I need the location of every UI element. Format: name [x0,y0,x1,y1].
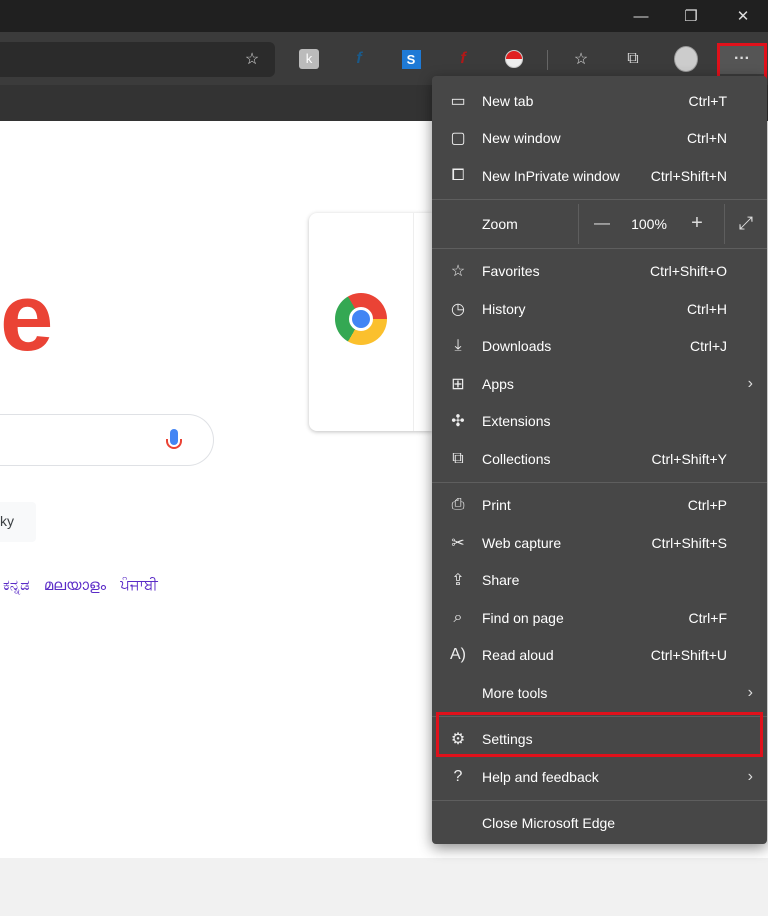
settings-highlight [436,712,763,757]
search-input[interactable] [0,414,214,466]
menu-label: Find on page [482,609,564,626]
menu-label: Downloads [482,338,552,355]
menu-item-collections[interactable]: ⧉ Collections Ctrl+Shift+Y [432,440,767,478]
find-icon: ⌕ [453,608,463,626]
zoom-label: Zoom [482,215,518,232]
shortcut: Ctrl+Shift+U [650,647,727,664]
help-icon: ? [453,767,463,785]
profile-avatar[interactable] [674,46,698,72]
extensions-icon: ✣ [451,413,465,431]
menu-item-apps[interactable]: ⊞ Apps › [432,365,767,403]
shortcut: Ctrl+Shift+S [651,534,727,551]
extension-f-red-icon[interactable]: f [451,47,475,71]
chrome-icon [335,293,387,345]
chevron-right-icon: › [747,374,753,392]
new-tab-icon: ▭ [450,92,466,110]
shortcut: Ctrl+Shift+N [650,167,727,184]
favorites-icon[interactable]: ☆ [569,47,593,71]
shortcut: Ctrl+F [688,609,728,626]
shortcut: Ctrl+Shift+Y [651,450,727,467]
minimize-button[interactable]: — [618,0,664,32]
language-link[interactable]: മലയാളം [44,577,106,594]
favorites-icon: ☆ [450,263,466,281]
share-icon: ⇪ [451,572,465,590]
menu-item-downloads[interactable]: ⤓ Downloads Ctrl+J [432,328,767,366]
divider [432,198,767,200]
menu-item-help[interactable]: ? Help and feedback › [432,758,767,796]
zoom-value: 100% [631,215,667,232]
shortcut: Ctrl+P [687,497,727,514]
inprivate-icon: ⧠ [451,166,465,184]
divider [547,50,548,70]
shortcut: Ctrl+T [688,92,728,109]
language-link[interactable]: ਪੰਜਾਬੀ [120,577,158,594]
close-window-button[interactable]: ✕ [720,0,766,32]
collections-icon: ⧉ [452,449,464,467]
divider [432,799,767,801]
chevron-right-icon: › [747,767,753,785]
add-favorite-icon[interactable]: ☆ [240,47,264,71]
zoom-out-button[interactable]: — [582,204,622,244]
menu-item-new-tab[interactable]: ▭ New tab Ctrl+T [432,82,767,120]
menu-item-print[interactable]: ⎙ Print Ctrl+P [432,487,767,525]
history-icon: ◷ [451,300,465,318]
extension-s-icon[interactable]: S [399,47,423,71]
menu-label: Collections [482,450,551,467]
chevron-right-icon: › [747,683,753,701]
menu-label: New window [482,130,561,147]
divider [432,481,767,483]
menu-item-favorites[interactable]: ☆ Favorites Ctrl+Shift+O [432,253,767,291]
menu-label: New InPrivate window [482,167,620,184]
language-links: ಕನ್ನಡ മലയാളം ਪੰਜਾਬੀ [3,577,168,594]
address-bar[interactable]: ☆ [0,42,275,77]
more-button-highlight [717,43,767,79]
menu-label: History [482,300,526,317]
divider [432,247,767,249]
menu-label: Apps [482,375,514,392]
menu-item-find-on-page[interactable]: ⌕ Find on page Ctrl+F [432,599,767,637]
menu-item-new-window[interactable]: ▢ New window Ctrl+N [432,120,767,158]
zoom-in-button[interactable]: + [677,204,717,244]
menu-item-web-capture[interactable]: ✂ Web capture Ctrl+Shift+S [432,524,767,562]
pokeball-icon[interactable] [502,47,526,71]
extension-f-blue-icon[interactable]: f [347,47,371,71]
feeling-lucky-button[interactable]: ky [0,502,36,542]
menu-label: Share [482,572,520,589]
fullscreen-icon[interactable]: ⤢ [730,204,762,244]
shortcut: Ctrl+Shift+O [649,263,727,280]
title-bar: — ❐ ✕ [0,0,768,32]
web-capture-icon: ✂ [451,534,465,552]
menu-label: Read aloud [482,647,554,664]
read-aloud-icon: A) [450,646,466,664]
menu-item-zoom: Zoom — 100% + ⤢ [432,203,767,244]
print-icon: ⎙ [451,496,465,514]
menu-item-new-inprivate[interactable]: ⧠ New InPrivate window Ctrl+Shift+N [432,157,767,195]
extension-k-icon[interactable]: k [297,47,321,71]
menu-item-more-tools[interactable]: More tools › [432,674,767,712]
shortcut: Ctrl+N [686,130,727,147]
menu-item-extensions[interactable]: ✣ Extensions [432,403,767,441]
new-window-icon: ▢ [450,130,466,148]
menu-item-share[interactable]: ⇪ Share [432,562,767,600]
menu-label: Web capture [482,534,562,551]
menu-item-close-edge[interactable]: Close Microsoft Edge [432,805,767,843]
apps-icon: ⊞ [451,375,465,393]
shortcut-card[interactable] [309,213,432,431]
menu-label: Extensions [482,413,551,430]
menu-label: Close Microsoft Edge [482,815,616,832]
shortcut: Ctrl+H [686,300,727,317]
shortcut: Ctrl+J [690,338,727,355]
menu-label: Favorites [482,263,540,280]
menu-label: Help and feedback [482,768,599,785]
download-icon: ⤓ [454,337,462,355]
menu-label: Print [482,497,511,514]
google-logo: e [0,264,54,371]
menu-label: New tab [482,92,534,109]
menu-item-history[interactable]: ◷ History Ctrl+H [432,290,767,328]
restore-button[interactable]: ❐ [668,0,714,32]
collections-icon[interactable]: ⧉ [621,47,645,71]
menu-label: More tools [482,684,548,701]
language-link[interactable]: ಕನ್ನಡ [3,577,30,594]
menu-item-read-aloud[interactable]: A) Read aloud Ctrl+Shift+U [432,637,767,675]
